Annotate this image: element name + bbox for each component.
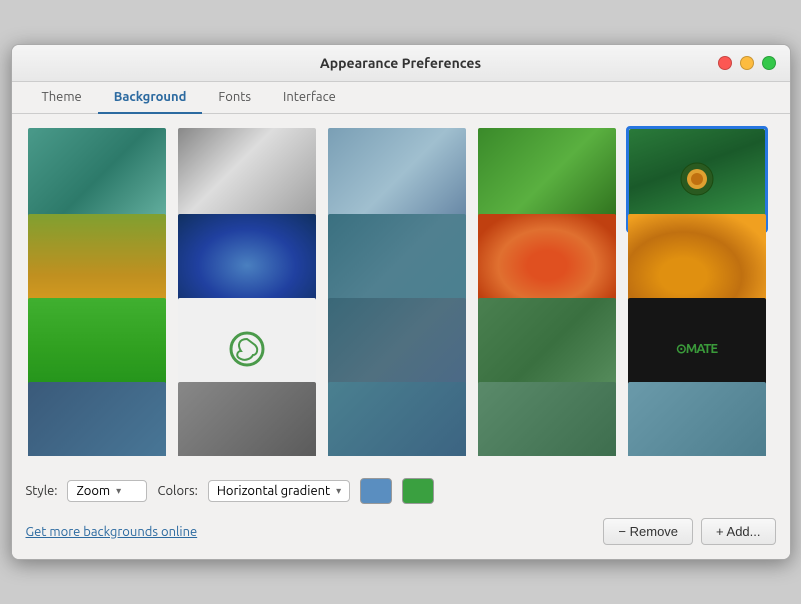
- minimize-button[interactable]: [740, 56, 754, 70]
- maximize-button[interactable]: [762, 56, 776, 70]
- style-value: Zoom: [76, 484, 110, 498]
- color-swatch-1[interactable]: [360, 478, 392, 504]
- tab-fonts[interactable]: Fonts: [202, 82, 267, 114]
- wallpaper-grid-container: ⊙MATE: [26, 126, 776, 456]
- tab-theme[interactable]: Theme: [26, 82, 98, 114]
- wallpaper-item[interactable]: [626, 380, 768, 456]
- wallpaper-content: ⊙MATE: [12, 114, 790, 468]
- window-title: Appearance Preferences: [320, 55, 481, 71]
- get-more-backgrounds-link[interactable]: Get more backgrounds online: [26, 525, 198, 539]
- wallpaper-item[interactable]: [176, 380, 318, 456]
- colors-dropdown-arrow: ▾: [336, 485, 341, 497]
- footer-bar: Get more backgrounds online − Remove + A…: [12, 510, 790, 559]
- close-button[interactable]: [718, 56, 732, 70]
- style-dropdown-arrow: ▾: [116, 485, 121, 497]
- color-swatch-2[interactable]: [402, 478, 434, 504]
- wallpaper-item[interactable]: [26, 380, 168, 456]
- add-button[interactable]: + Add...: [701, 518, 775, 545]
- style-controls-bar: Style: Zoom ▾ Colors: Horizontal gradien…: [12, 468, 790, 510]
- wallpaper-item[interactable]: [326, 380, 468, 456]
- tab-interface[interactable]: Interface: [267, 82, 352, 114]
- style-dropdown[interactable]: Zoom ▾: [67, 480, 147, 502]
- footer-buttons: − Remove + Add...: [603, 518, 775, 545]
- colors-label: Colors:: [157, 484, 197, 498]
- tab-background[interactable]: Background: [98, 82, 203, 114]
- remove-button[interactable]: − Remove: [603, 518, 693, 545]
- wallpaper-grid: ⊙MATE: [26, 126, 776, 456]
- appearance-preferences-window: Appearance Preferences Theme Background …: [11, 44, 791, 560]
- style-label: Style:: [26, 484, 58, 498]
- colors-dropdown[interactable]: Horizontal gradient ▾: [208, 480, 350, 502]
- colors-value: Horizontal gradient: [217, 484, 330, 498]
- titlebar: Appearance Preferences: [12, 45, 790, 82]
- window-controls: [718, 56, 776, 70]
- tab-bar: Theme Background Fonts Interface: [12, 82, 790, 114]
- wallpaper-item[interactable]: [476, 380, 618, 456]
